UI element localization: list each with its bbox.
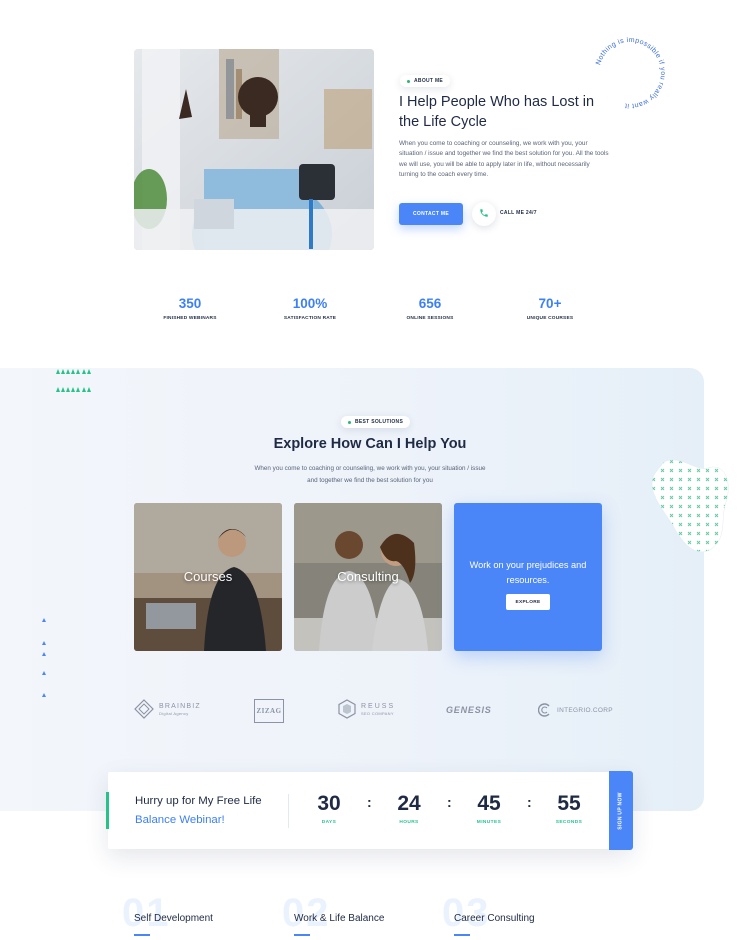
circle-text: Nothing is impossible if you really want… bbox=[595, 37, 665, 109]
logo-sub: Digital Agency bbox=[159, 710, 189, 716]
feature-title: Self Development bbox=[134, 913, 213, 924]
logo-name: BRAINBIZ bbox=[159, 702, 201, 710]
about-badge-label: ABOUT ME bbox=[414, 78, 444, 84]
stat-webinars: 350 FINISHED WEBINARS bbox=[140, 296, 240, 321]
logo-genesis: GENESIS bbox=[446, 705, 492, 715]
countdown-title-part1: Hurry up for My Free Life bbox=[135, 795, 262, 807]
hero-text: When you come to coaching or counseling,… bbox=[399, 140, 609, 178]
blue-triangle-decoration bbox=[42, 652, 46, 656]
feature-underline bbox=[134, 934, 150, 936]
stat-value: 100% bbox=[292, 296, 328, 311]
solutions-badge-label: BEST SOLUTIONS bbox=[355, 419, 404, 425]
feature-title: Work & Life Balance bbox=[294, 913, 385, 924]
countdown-label: SECONDS bbox=[555, 820, 583, 825]
countdown-title-part2: Balance Webinar! bbox=[135, 814, 225, 826]
section-text: When you come to coaching or counseling,… bbox=[254, 465, 486, 484]
stat-satisfaction: 100% SATISFACTION RATE bbox=[260, 296, 360, 321]
stat-value: 350 bbox=[178, 296, 202, 311]
phone-button[interactable] bbox=[472, 202, 496, 226]
colon-separator: : bbox=[447, 794, 452, 810]
call-label: CALL ME 24/7 bbox=[500, 210, 537, 216]
countdown-label: DAYS bbox=[321, 820, 337, 825]
colon-separator: : bbox=[367, 794, 372, 810]
logo-integrio: INTEGRIO.CORP bbox=[538, 703, 613, 717]
explore-card-text: Work on your prejudices and resources. bbox=[469, 560, 587, 585]
consulting-card[interactable]: Consulting bbox=[294, 503, 442, 651]
stat-label: SATISFACTION RATE bbox=[283, 316, 337, 321]
countdown-hours: 24 HOURS bbox=[384, 790, 434, 825]
countdown-seconds: 55 SECONDS bbox=[544, 790, 594, 825]
logo-name: ZIZAG bbox=[254, 699, 284, 723]
logo-zizag: ZIZAG bbox=[254, 699, 284, 723]
logo-name: INTEGRIO.CORP bbox=[557, 706, 613, 714]
countdown-title: Hurry up for My Free Life Balance Webina… bbox=[135, 792, 285, 830]
stat-label: FINISHED WEBINARS bbox=[163, 316, 217, 321]
explore-card: Work on your prejudices and resources. E… bbox=[454, 503, 602, 651]
svg-text:Nothing is impossible if you r: Nothing is impossible if you really want… bbox=[595, 37, 666, 109]
webinar-countdown-card: Hurry up for My Free Life Balance Webina… bbox=[106, 771, 633, 850]
hero-photo bbox=[134, 49, 374, 250]
feature-underline bbox=[454, 934, 470, 936]
integrio-icon bbox=[538, 703, 550, 717]
countdown-label: HOURS bbox=[399, 820, 419, 825]
countdown-label: MINUTES bbox=[476, 820, 502, 825]
section-title: Explore How Can I Help You bbox=[273, 436, 467, 452]
logo-brainbiz: BRAINBIZ Digital Agency bbox=[134, 699, 201, 719]
stat-label: UNIQUE COURSES bbox=[526, 316, 574, 321]
explore-button[interactable]: EXPLORE bbox=[506, 594, 550, 610]
blue-triangle-decoration bbox=[42, 693, 46, 697]
stat-value: 70+ bbox=[538, 296, 562, 311]
hero-title: I Help People Who has Lost in the Life C… bbox=[399, 94, 595, 130]
feature-career-consulting[interactable]: 03 Career Consulting bbox=[442, 893, 594, 940]
brainbiz-icon bbox=[134, 699, 154, 719]
badge-dot bbox=[407, 79, 410, 83]
feature-title: Career Consulting bbox=[454, 913, 535, 924]
colon-separator: : bbox=[527, 794, 532, 810]
consulting-card-label: Consulting bbox=[337, 569, 399, 584]
feature-self-development[interactable]: 01 Self Development bbox=[122, 893, 274, 940]
logo-name: REUSS bbox=[361, 702, 396, 710]
logo-sub: SEO COMPANY bbox=[361, 710, 394, 716]
feature-underline bbox=[294, 934, 310, 936]
sign-up-now-button[interactable]: SIGN UP NOW bbox=[609, 771, 633, 850]
phone-icon bbox=[479, 205, 489, 223]
triangle-pattern-decoration bbox=[55, 362, 97, 398]
feature-work-life-balance[interactable]: 02 Work & Life Balance bbox=[282, 893, 434, 940]
solutions-badge: BEST SOLUTIONS bbox=[341, 416, 411, 428]
blue-triangle-decoration bbox=[42, 641, 46, 645]
countdown-value: 30 bbox=[317, 792, 341, 815]
circular-quote: Nothing is impossible if you really want… bbox=[590, 33, 670, 113]
courses-card[interactable]: Courses bbox=[134, 503, 282, 651]
contact-me-button[interactable]: CONTACT ME bbox=[399, 203, 463, 225]
countdown-value: 45 bbox=[477, 792, 501, 815]
countdown-value: 24 bbox=[397, 792, 421, 815]
countdown-value: 55 bbox=[557, 792, 581, 815]
about-badge: ABOUT ME bbox=[400, 75, 451, 87]
reuss-icon bbox=[338, 699, 356, 719]
blue-triangle-decoration bbox=[42, 671, 46, 675]
badge-dot bbox=[348, 420, 351, 424]
stat-label: ONLINE SESSIONS bbox=[406, 316, 454, 321]
divider bbox=[288, 794, 289, 828]
stat-sessions: 656 ONLINE SESSIONS bbox=[380, 296, 480, 321]
countdown-days: 30 DAYS bbox=[304, 790, 354, 825]
sign-up-label: SIGN UP NOW bbox=[618, 791, 625, 830]
blue-triangle-decoration bbox=[42, 618, 46, 622]
patterned-blob-decoration bbox=[650, 458, 730, 554]
countdown-minutes: 45 MINUTES bbox=[464, 790, 514, 825]
stat-value: 656 bbox=[418, 296, 442, 311]
stat-courses: 70+ UNIQUE COURSES bbox=[500, 296, 600, 321]
green-accent-bar bbox=[106, 792, 109, 829]
logo-name: GENESIS bbox=[446, 705, 492, 715]
courses-card-label: Courses bbox=[183, 569, 233, 584]
logo-reuss: REUSS SEO COMPANY bbox=[338, 699, 395, 719]
